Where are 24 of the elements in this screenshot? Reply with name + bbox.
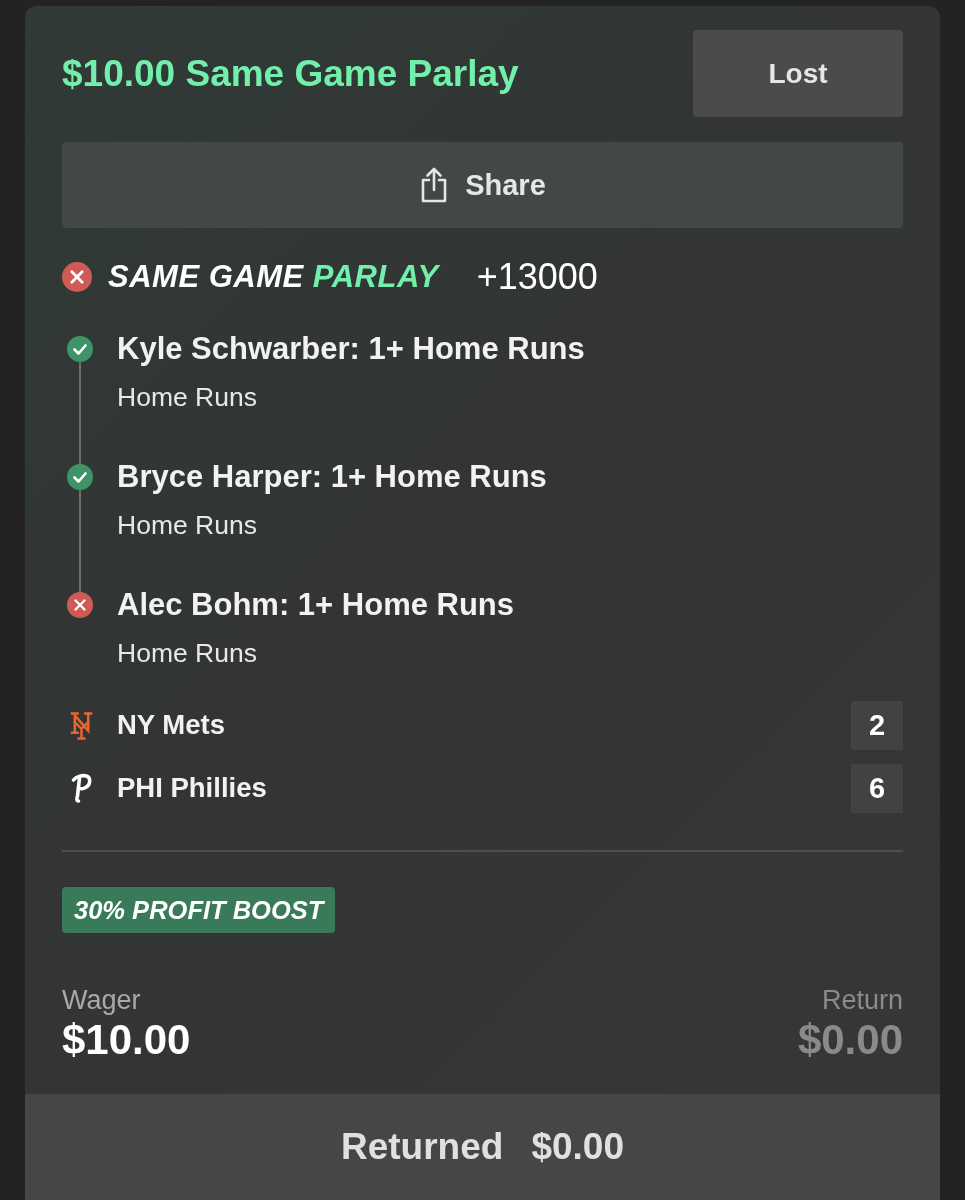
bet-title: $10.00 Same Game Parlay bbox=[62, 52, 519, 95]
parlay-type-title: SAME GAME PARLAY bbox=[108, 259, 439, 295]
wager-amount: $10.00 bbox=[62, 1017, 191, 1063]
team-logo-icon bbox=[70, 772, 93, 804]
bet-status-badge: Lost bbox=[693, 30, 903, 117]
leg-market: Home Runs bbox=[117, 637, 258, 670]
leg-selection: Alec Bohm: 1+ Home Runs bbox=[117, 586, 516, 624]
leg-market: Home Runs bbox=[117, 509, 258, 542]
team-name: NY Mets bbox=[117, 709, 225, 741]
team-name: PHI Phillies bbox=[117, 772, 267, 804]
team-score: 2 bbox=[851, 700, 903, 750]
returned-amount: $0.00 bbox=[531, 1126, 624, 1168]
return-label: Return bbox=[820, 984, 903, 1017]
team-logo-icon bbox=[70, 709, 93, 741]
leg-market: Home Runs bbox=[117, 381, 258, 414]
return-amount: $0.00 bbox=[797, 1017, 903, 1063]
leg-selection: Kyle Schwarber: 1+ Home Runs bbox=[117, 330, 586, 368]
leg-selection: Bryce Harper: 1+ Home Runs bbox=[117, 458, 548, 496]
wager-label: Wager bbox=[62, 984, 142, 1017]
share-button[interactable]: Share bbox=[62, 142, 903, 228]
profit-boost-badge: 30% PROFIT BOOST bbox=[62, 887, 336, 933]
team-score: 6 bbox=[851, 763, 903, 813]
returned-label: Returned bbox=[341, 1126, 504, 1168]
parlay-odds: +13000 bbox=[476, 256, 598, 298]
